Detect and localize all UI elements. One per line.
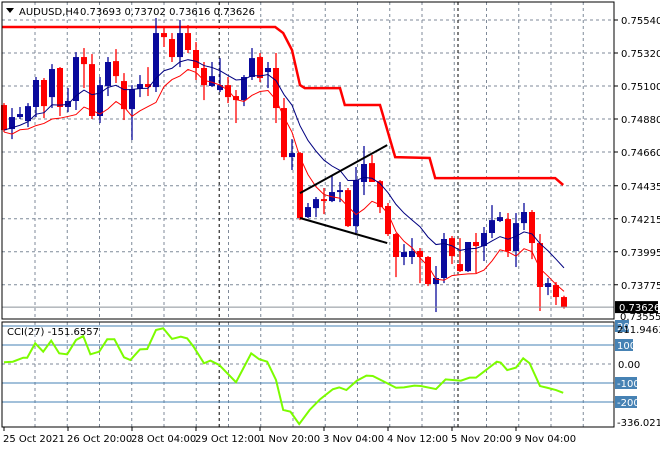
price-tick-label: 0.73775 <box>621 281 660 292</box>
price-tick-label: 0.74660 <box>621 148 660 159</box>
candle-body <box>201 68 207 86</box>
candle-body <box>281 108 287 158</box>
cci-label: CCI(27) -151.6557 <box>7 327 99 338</box>
bear-candle <box>345 188 351 227</box>
candle-body <box>249 58 255 77</box>
candle-body <box>161 33 167 38</box>
candle-body <box>225 85 231 98</box>
candle-body <box>49 69 55 98</box>
candle-body <box>353 180 359 227</box>
time-label: 28 Oct 04:00 <box>131 434 196 445</box>
candle-body <box>57 68 63 107</box>
candle-body <box>273 68 279 109</box>
candle-body <box>489 220 495 233</box>
candle-body <box>313 199 319 209</box>
ohlc-label: 0.73693 0.73702 0.73616 0.73626 <box>80 7 255 18</box>
candle-body <box>497 217 503 221</box>
candle-body <box>417 251 423 257</box>
cci-max-label: 211.9463 <box>617 325 660 336</box>
candle-body <box>473 242 479 247</box>
candle-body <box>289 153 295 158</box>
candle-body <box>545 283 551 287</box>
time-label: 5 Nov 20:00 <box>451 434 512 445</box>
candle-body <box>561 297 567 308</box>
candle-body <box>89 64 95 116</box>
candle-body <box>409 251 415 257</box>
candle-body <box>81 57 87 65</box>
cci-level-label: -100 <box>617 379 640 390</box>
cci-level-label: 100 <box>617 341 636 352</box>
candle-body <box>337 190 343 193</box>
candle-body <box>113 61 119 77</box>
time-label: 1 Nov 20:00 <box>259 434 320 445</box>
candle-body <box>377 181 383 208</box>
candle-body <box>193 50 199 68</box>
price-tick-label: 0.73995 <box>621 248 660 259</box>
price-tick-label: 0.74435 <box>621 182 660 193</box>
price-tick-label: 0.75540 <box>621 16 660 27</box>
time-label: 3 Nov 04:00 <box>323 434 384 445</box>
candle-body <box>33 80 39 107</box>
price-tick-label: 0.75320 <box>621 49 660 60</box>
candle-body <box>129 89 135 110</box>
candle-body <box>177 33 183 58</box>
chart-header: AUDUSD,H4 0.73693 0.73702 0.73616 0.7362… <box>6 7 255 18</box>
cci-zero-label: 0.00 <box>618 360 640 371</box>
candle-body <box>17 114 23 118</box>
candle-body <box>257 57 263 79</box>
candle-body <box>425 257 431 284</box>
time-label: 25 Oct 2021 <box>3 434 65 445</box>
cci-level-label: -200 <box>617 398 640 409</box>
candle-body <box>185 33 191 50</box>
time-label: 4 Nov 12:00 <box>387 434 448 445</box>
bull-candle <box>465 242 471 272</box>
candle-body <box>361 164 367 182</box>
price-tick-label: 0.75100 <box>621 82 660 93</box>
bull-candle <box>441 233 447 284</box>
price-tick-label: 0.74880 <box>621 115 660 126</box>
candle-body <box>305 207 311 218</box>
candle-body <box>241 77 247 101</box>
candle-body <box>465 242 471 272</box>
candle-body <box>265 68 271 73</box>
candle-body <box>169 39 175 58</box>
candle-body <box>105 62 111 86</box>
cci-min-label: -336.0213 <box>617 418 660 429</box>
symbol-label: AUDUSD,H4 <box>19 7 79 18</box>
bear-candle <box>425 256 431 287</box>
candle-body <box>521 212 527 224</box>
candle-body <box>457 264 463 272</box>
candle-body <box>385 206 391 235</box>
price-tick-label: 0.74215 <box>621 215 660 226</box>
time-label: 29 Oct 12:00 <box>195 434 260 445</box>
time-label: 26 Oct 20:00 <box>67 434 132 445</box>
candle-body <box>529 212 535 244</box>
time-label: 9 Nov 04:00 <box>515 434 576 445</box>
candle-body <box>97 85 103 116</box>
candle-body <box>25 106 31 122</box>
bear-candle <box>505 213 511 257</box>
price-chart[interactable]: 0.75540 0.75320 0.75100 0.74880 0.74660 0.744… <box>0 0 660 450</box>
candle-body <box>209 76 215 86</box>
candle-body <box>505 219 511 251</box>
bear-candle <box>257 53 263 83</box>
candle-body <box>41 80 47 107</box>
candle-body <box>321 199 327 202</box>
candle-body <box>441 239 447 278</box>
candle-body <box>401 252 407 257</box>
candle-body <box>393 234 399 257</box>
